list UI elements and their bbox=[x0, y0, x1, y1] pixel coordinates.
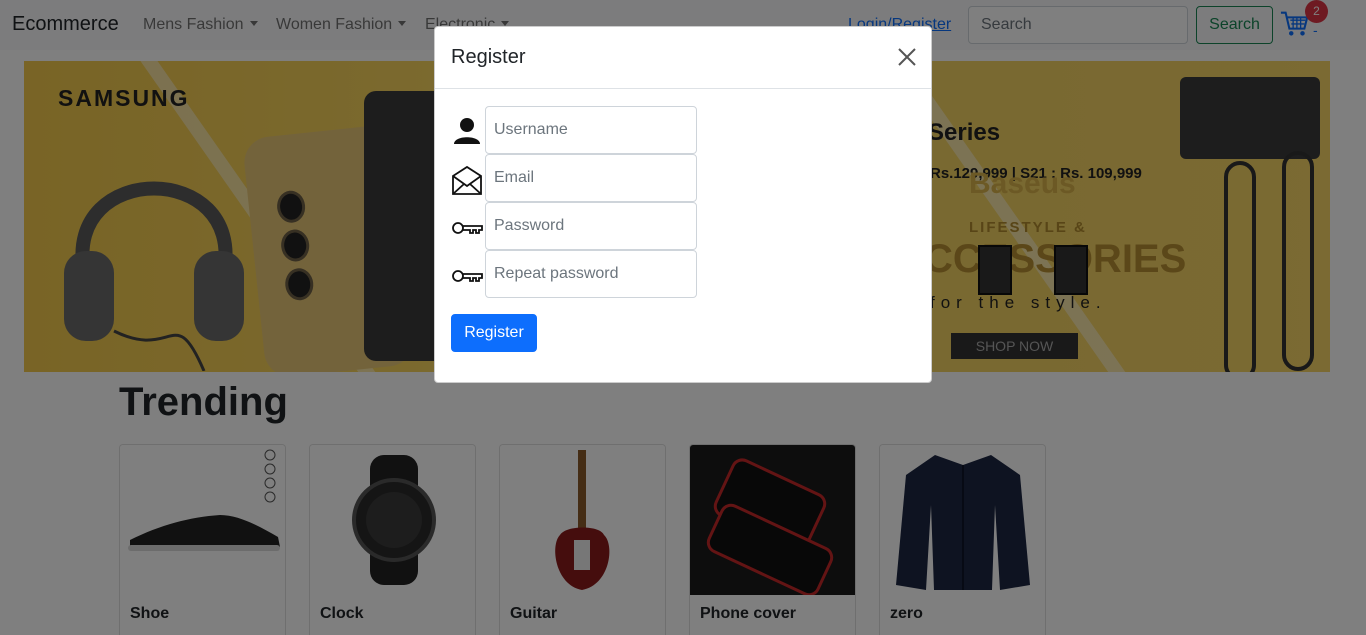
register-modal: Register Register bbox=[434, 26, 932, 383]
close-icon[interactable] bbox=[896, 46, 918, 68]
register-submit-button[interactable]: Register bbox=[451, 314, 537, 352]
password-row bbox=[451, 202, 711, 250]
key-icon bbox=[452, 270, 483, 282]
modal-title: Register bbox=[451, 46, 526, 68]
password-field[interactable] bbox=[485, 202, 697, 250]
repeat-password-row bbox=[451, 250, 711, 298]
email-row bbox=[451, 154, 711, 202]
key-icon bbox=[452, 222, 483, 234]
modal-header: Register bbox=[435, 27, 931, 89]
person-icon bbox=[454, 118, 480, 144]
username-field[interactable] bbox=[485, 106, 697, 154]
email-field[interactable] bbox=[485, 154, 697, 202]
username-row bbox=[451, 106, 711, 154]
repeat-password-field[interactable] bbox=[485, 250, 697, 298]
envelope-icon bbox=[452, 165, 482, 195]
